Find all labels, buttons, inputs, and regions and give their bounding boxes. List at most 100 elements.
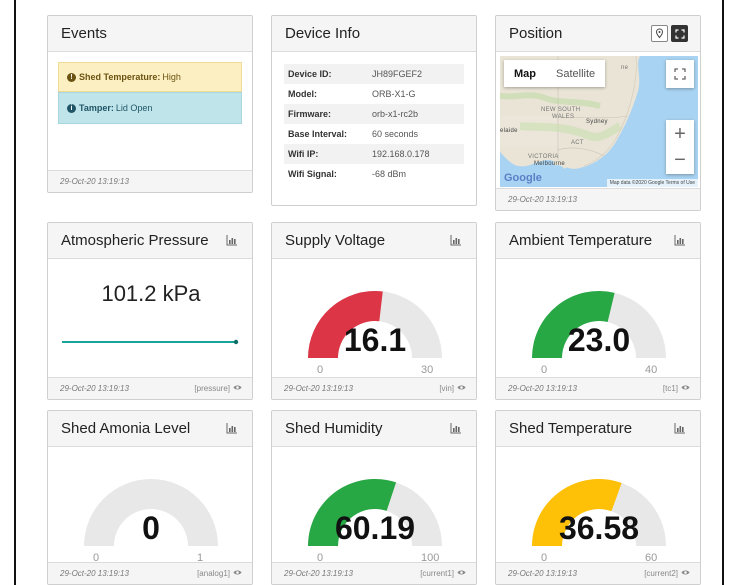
fullscreen-toggle-button[interactable] [671,25,688,42]
widget-footer: 29-Oct-20 13:19:13 [pressure] [48,377,252,399]
sensor-tag-label: [current1] [420,569,454,578]
exclamation-icon: ! [67,72,76,82]
timestamp: 29-Oct-20 13:19:13 [508,195,577,204]
chart-icon[interactable] [450,422,464,435]
widget-title: Ambient Temperature [509,232,653,249]
shed-humidity-card: Shed Humidity 60.19 0 100 29-Oct-20 13:19:… [271,410,477,585]
map-label-adelaide: elaide [500,128,518,134]
alert-label: Shed Temperature: [79,72,161,82]
sensor-tag: [analog1] [197,569,242,578]
chart-icon[interactable] [226,234,240,247]
sensor-tag-label: [tc1] [662,384,678,393]
widget-title: Supply Voltage [285,232,386,249]
map-label-sydney: Sydney [586,119,608,125]
sensor-tag-label: [pressure] [194,384,230,393]
position-header: Position [496,16,700,52]
timestamp: 29-Oct-20 13:19:13 [508,384,577,393]
map-view[interactable]: Map Satellite ne NEW SOUTH WALES Sydney … [500,56,698,187]
row-key: Firmware: [284,104,368,124]
table-row: Firmware: orb-x1-rc2b [284,104,464,124]
map-label-act: ACT [571,140,584,146]
fullscreen-icon [674,68,686,80]
location-button[interactable] [651,25,668,42]
chart-icon[interactable] [674,234,688,247]
eye-icon[interactable] [681,384,690,393]
row-key: Wifi IP: [284,144,368,164]
gauge-arc [308,479,442,546]
map-label-victoria: VICTORIA [528,154,559,160]
device-info-table: Device ID: JH89FGEF2 Model: ORB-X1-G Firmw… [284,64,464,184]
timestamp: 29-Oct-20 13:19:13 [60,384,129,393]
sensor-tag: [vin] [439,384,466,393]
timestamp: 29-Oct-20 13:19:13 [508,569,577,578]
gauge-arc [532,479,666,546]
row-value: 192.168.0.178 [368,144,464,164]
alert-value: Lid Open [115,103,153,113]
atmospheric-pressure-card: Atmospheric Pressure 101.2 kPa 29-Oct-20… [47,222,253,400]
eye-icon[interactable] [233,569,242,578]
info-icon: i [67,103,76,113]
device-info-header: Device Info [272,16,476,52]
window-border-left [14,0,16,585]
position-footer: 29-Oct-20 13:19:13 [496,188,700,210]
map-zoom-control: + − [666,120,694,174]
row-key: Device ID: [284,64,368,84]
chart-icon[interactable] [674,422,688,435]
shed-temperature-card: Shed Temperature 36.58 0 60 29-Oct-20 13:1… [495,410,701,585]
supply-voltage-card: Supply Voltage 16.1 0 30 29-Oct-20 13:19:1… [271,222,477,400]
chart-icon[interactable] [450,234,464,247]
eye-icon[interactable] [681,569,690,578]
shed-amonia-level-card: Shed Amonia Level 001 29-Oct-20 13:19:13… [47,410,253,585]
table-row: Base Interval: 60 seconds [284,124,464,144]
gauge-max: 40 [645,364,658,376]
chart-icon[interactable] [226,422,240,435]
events-card: Events ! Shed Temperature: High i Tamper… [47,15,253,193]
zoom-out-button[interactable]: − [674,147,686,173]
row-value: -68 dBm [372,169,407,179]
row-value: 60 seconds [372,129,419,139]
events-title: Events [61,25,107,42]
map-tab-map[interactable]: Map [504,60,546,87]
gauge: 60.19 0 100 [272,448,476,570]
eye-icon[interactable] [457,569,466,578]
sensor-tag: [current1] [420,569,466,578]
alert-tamper: i Tamper: Lid Open [58,92,242,124]
alert-label: Tamper: [79,103,114,113]
gauge-value: 60.19 [334,510,416,546]
timestamp: 29-Oct-20 13:19:13 [284,384,353,393]
eye-icon[interactable] [233,384,242,393]
ambient-temperature-card: Ambient Temperature 23.0 0 40 29-Oct-20 13… [495,222,701,400]
row-value: orb-x1-rc2b [368,104,464,124]
gauge-arc [532,291,666,358]
map-attribution[interactable]: Map data ©2020 Google Terms of Use [606,179,698,187]
widget-footer: 29-Oct-20 13:19:13 [current2] [496,562,700,584]
expand-icon [674,28,685,39]
sensor-tag-label: [vin] [439,384,454,393]
row-value: JH89FGEF2 [368,64,464,84]
gauge: 36.58 0 60 [496,448,700,570]
sensor-tag: [tc1] [663,384,690,393]
map-tab-satellite[interactable]: Satellite [546,60,605,87]
row-value: ORB-X1-G [372,89,416,99]
sensor-tag: [pressure] [194,384,242,393]
row-key: Model: [288,89,317,99]
map-label-wales: WALES [552,114,575,120]
map-type-tabs: Map Satellite [504,60,606,87]
map-fullscreen-button[interactable] [666,60,694,88]
widget-header: Ambient Temperature [496,223,700,259]
map-label-nsw: NEW SOUTH [541,107,581,113]
gauge-value: 23.0 [567,322,631,358]
sensor-tag-label: [current2] [644,569,678,578]
events-card-header: Events [48,16,252,52]
events-footer: 29-Oct-20 13:19:13 [48,170,252,192]
alert-shed-temperature: ! Shed Temperature: High [58,62,242,92]
eye-icon[interactable] [457,384,466,393]
google-logo: Google [504,172,542,184]
map-label-melbourne: Melbourne [534,161,566,167]
widget-footer: 29-Oct-20 13:19:13 [analog1] [48,562,252,584]
timestamp: 29-Oct-20 13:19:13 [60,569,129,578]
zoom-in-button[interactable]: + [674,121,686,147]
map-label-ne: ne [621,65,629,71]
row-key: Base Interval: [288,129,348,139]
sensor-tag: [current2] [644,569,690,578]
